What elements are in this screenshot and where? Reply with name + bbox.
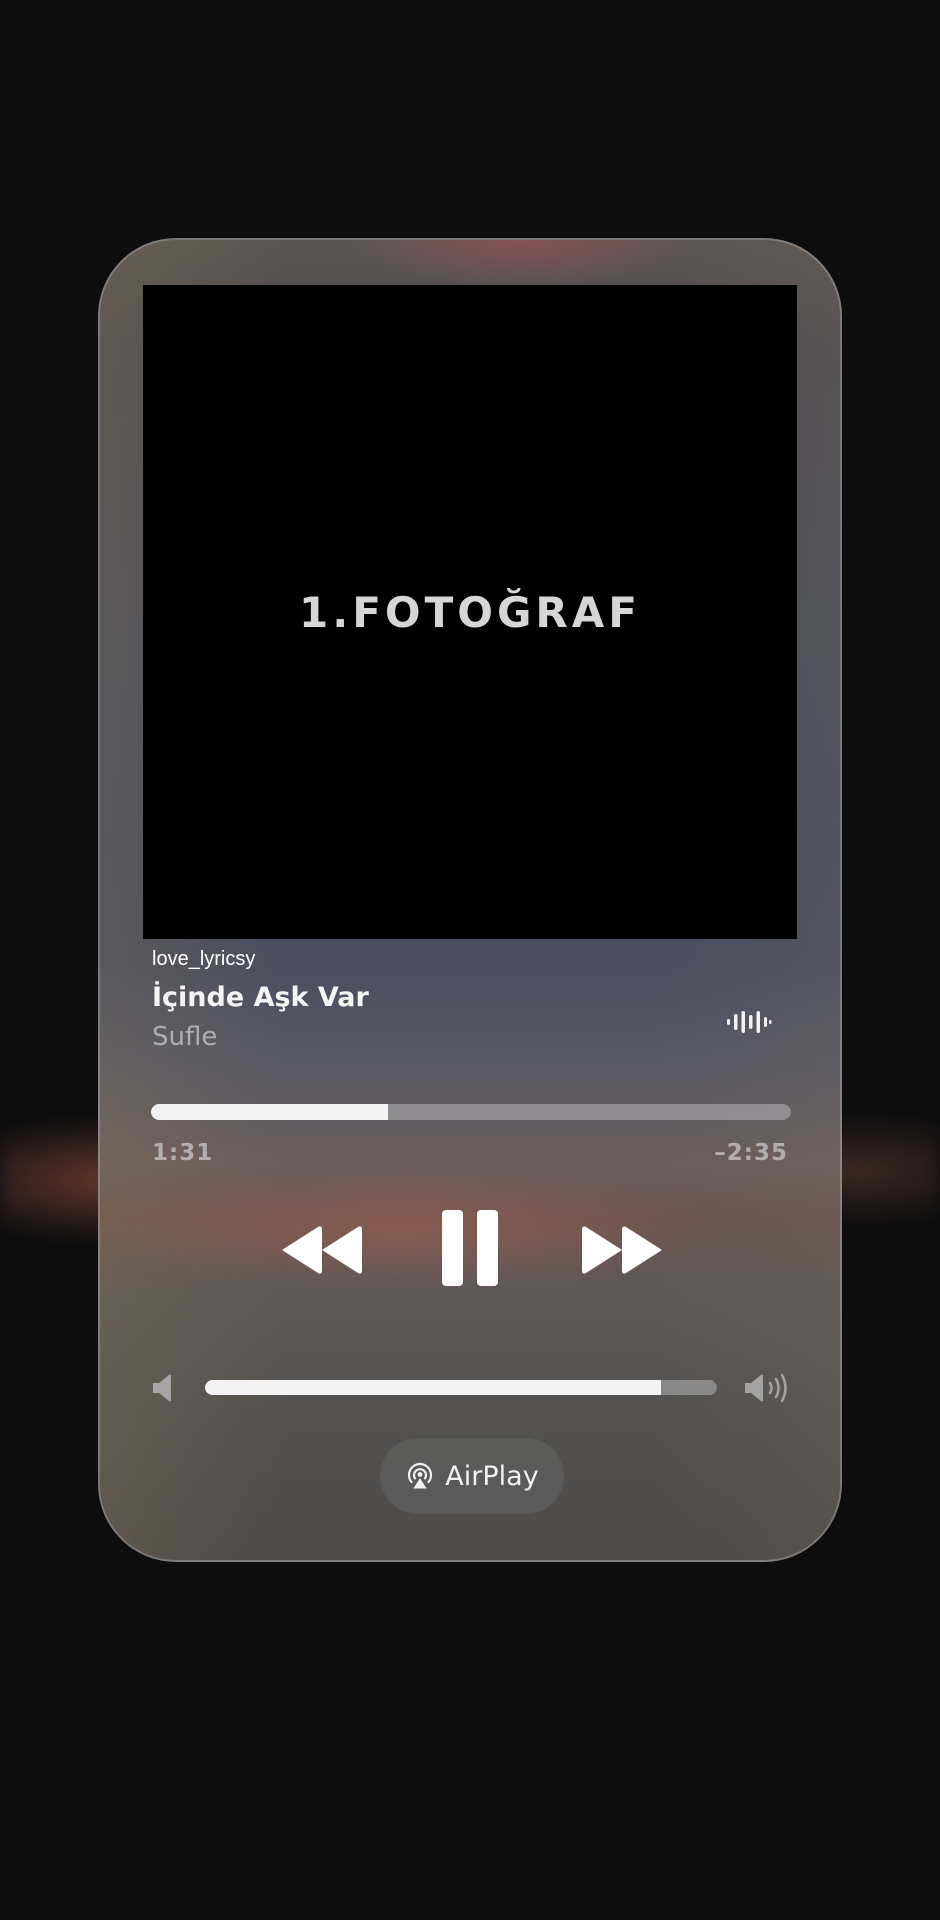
artwork-text: 1.FOTOĞRAF bbox=[299, 587, 641, 637]
volume-slider-fill bbox=[205, 1380, 661, 1395]
volume-slider[interactable] bbox=[205, 1380, 717, 1395]
speaker-low-icon bbox=[153, 1374, 171, 1402]
playback-progress-fill bbox=[151, 1104, 388, 1120]
playback-progress-bar[interactable] bbox=[151, 1104, 791, 1120]
airplay-label: AirPlay bbox=[445, 1460, 539, 1492]
pause-icon[interactable] bbox=[440, 1208, 500, 1288]
artist-name[interactable]: Sufle bbox=[152, 1022, 217, 1052]
airplay-button[interactable]: AirPlay bbox=[380, 1438, 564, 1514]
fast-forward-icon[interactable] bbox=[578, 1224, 664, 1276]
waveform-icon[interactable] bbox=[726, 1008, 772, 1036]
song-title: İçinde Aşk Var bbox=[152, 982, 369, 1013]
rewind-icon[interactable] bbox=[280, 1224, 366, 1276]
elapsed-time: 1:31 bbox=[152, 1140, 214, 1166]
remaining-time: –2:35 bbox=[714, 1140, 788, 1166]
screen: 1.FOTOĞRAF love_lyricsy İçinde Aşk Var S… bbox=[0, 0, 940, 1920]
album-artwork: 1.FOTOĞRAF bbox=[143, 285, 797, 939]
watermark-text: love_lyricsy bbox=[152, 948, 256, 970]
airplay-icon bbox=[408, 1462, 433, 1489]
now-playing-card: 1.FOTOĞRAF love_lyricsy İçinde Aşk Var S… bbox=[98, 238, 842, 1562]
speaker-high-icon bbox=[745, 1373, 787, 1403]
